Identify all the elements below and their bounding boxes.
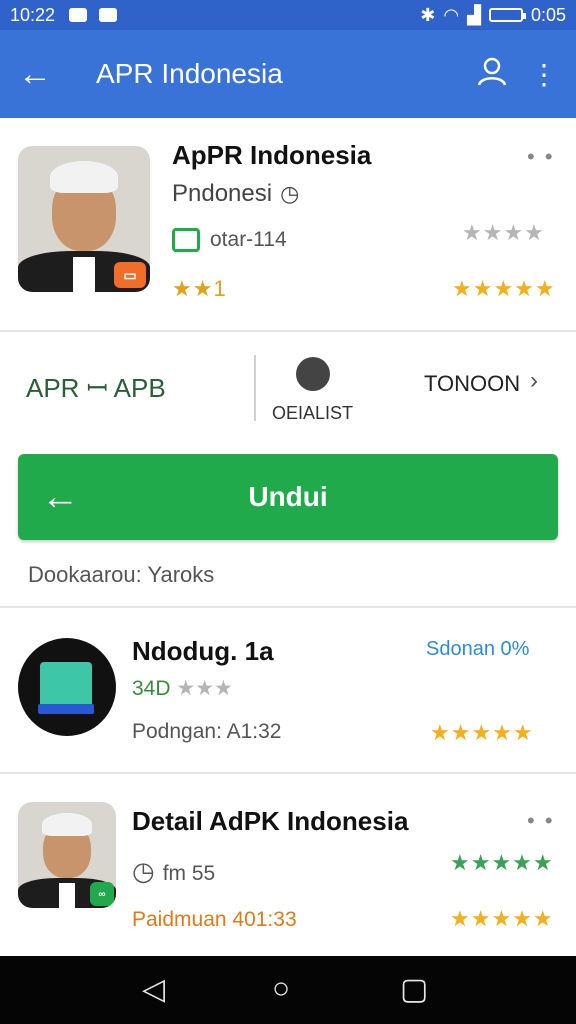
- list-item[interactable]: Ndodug. 1a Sdonan 0% 34D ★★★ Podngan: A1…: [0, 608, 576, 772]
- nav-recents-icon[interactable]: ▢: [400, 972, 428, 1007]
- header-app-card: ▭ ApPR Indonesia • • Pndonesi ◷ otar-114 …: [0, 118, 576, 330]
- app-title: ApPR Indonesia: [172, 140, 372, 170]
- clock-icon: ◷: [280, 181, 300, 206]
- battery-text: 0:05: [530, 4, 566, 25]
- wifi-icon: ◠: [443, 4, 460, 25]
- battery-icon: [488, 8, 526, 22]
- app-avatar: ∞: [18, 802, 116, 908]
- clock-icon: ◷: [132, 856, 155, 886]
- chat-bubble-icon: [296, 357, 330, 391]
- list-item-title: Detail AdPK Indonesia: [132, 806, 409, 836]
- more-horiz-icon[interactable]: • •: [527, 808, 555, 834]
- arrow-left-icon[interactable]: ←: [0, 55, 70, 94]
- rating-stars-green: ★★★★★: [450, 850, 554, 875]
- list-item[interactable]: ∞ Detail AdPK Indonesia • • ◷ fm 55 ★★★★★…: [0, 774, 576, 954]
- list-item-time: Podngan: A1:32: [132, 720, 282, 743]
- app-subtitle: Pndonesi ◷: [172, 180, 300, 207]
- chat-icon: [172, 228, 200, 253]
- more-vert-icon[interactable]: ⋮: [518, 58, 570, 91]
- status-right: ✱ ◠ ▟ 0:05: [420, 5, 566, 26]
- status-bar: 10:22 ✱ ◠ ▟ 0:05: [0, 0, 576, 30]
- person-icon[interactable]: [466, 54, 518, 95]
- page-title: APR Indonesia: [96, 58, 283, 89]
- shopping-bag-icon: [18, 638, 116, 736]
- notification-icon: [99, 8, 118, 22]
- chevron-right-icon[interactable]: ›: [530, 367, 538, 395]
- list-item-rating: 34D ★★★: [132, 677, 233, 700]
- rating-label: ★★1: [172, 276, 227, 301]
- install-row: APR ꟷ APB OEIALIST TONOON ›: [0, 333, 576, 433]
- app-avatar: ▭: [18, 146, 150, 292]
- app-meta: otar-114: [172, 228, 287, 253]
- divider: [0, 330, 576, 332]
- download-note: Dookaarou: Yaroks: [28, 562, 215, 587]
- more-horiz-icon[interactable]: • •: [527, 144, 555, 170]
- list-item-title: Ndodug. 1a: [132, 636, 274, 666]
- install-middle-label[interactable]: OEIALIST: [272, 403, 353, 424]
- nav-back-icon[interactable]: ◁: [142, 972, 165, 1007]
- app-bar: ← APR Indonesia ⋮: [0, 30, 576, 118]
- list-item-meta: ◷ fm 55: [132, 856, 216, 886]
- signal-icon: ▟: [467, 4, 481, 25]
- nav-home-icon[interactable]: ○: [272, 972, 290, 1006]
- rating-stars: ★★★★★: [450, 906, 554, 931]
- download-label: Undui: [248, 481, 328, 512]
- rating-stars: ★★★★★: [452, 276, 556, 301]
- status-time: 10:22: [10, 4, 56, 25]
- list-item-tag: Sdonan 0%: [426, 638, 530, 660]
- notification-icon: [69, 8, 88, 22]
- play-badge-icon: ▭: [114, 262, 146, 288]
- badge-icon: ∞: [90, 882, 114, 906]
- install-right-label[interactable]: TONOON: [424, 371, 520, 397]
- rating-stars: ★★★★★: [430, 720, 534, 745]
- bluetooth-icon: ✱: [420, 4, 436, 25]
- vertical-divider: [254, 355, 256, 421]
- download-button[interactable]: ← Undui: [18, 454, 558, 540]
- list-item-time: Paidmuan 401:33: [132, 908, 297, 931]
- system-nav-bar: ◁ ○ ▢: [0, 956, 576, 1024]
- install-left-label: APR ꟷ APB: [26, 373, 166, 403]
- rating-stars-gray: ★★★★: [462, 220, 545, 245]
- arrow-left-icon: ←: [41, 475, 79, 518]
